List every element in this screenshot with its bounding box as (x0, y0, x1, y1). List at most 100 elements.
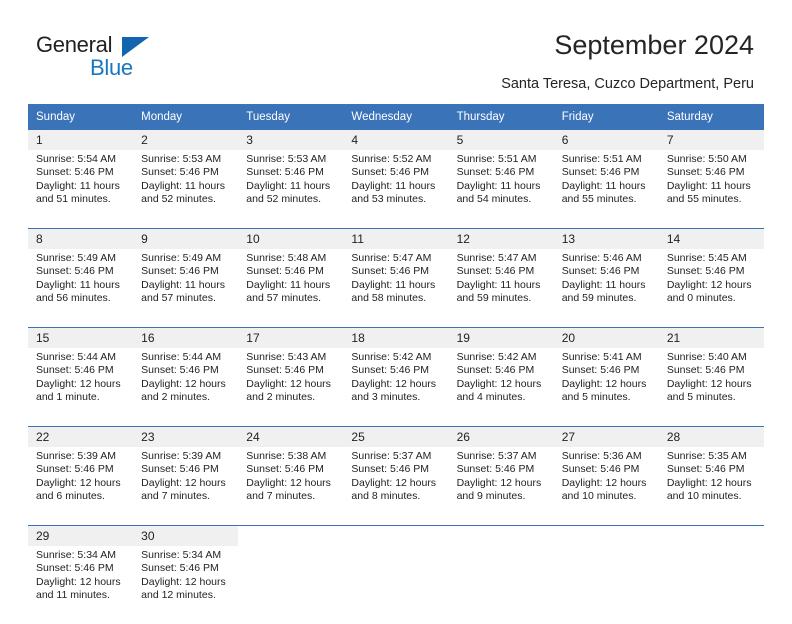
sunset-text: Sunset: 5:46 PM (141, 463, 219, 476)
day-number[interactable]: 8 (28, 228, 134, 249)
daylight-text: Daylight: 11 hours and 59 minutes. (456, 278, 541, 304)
day-detail-empty (658, 546, 764, 624)
day-detail-cell: Sunrise: 5:45 AM Sunset: 5:46 PM Daylight:… (658, 249, 764, 328)
day-number[interactable]: 15 (28, 327, 134, 348)
day-detail-cell: Sunrise: 5:42 AM Sunset: 5:46 PM Daylight:… (448, 348, 554, 427)
day-number[interactable]: 9 (133, 228, 239, 249)
daylight-text: Daylight: 12 hours and 11 minutes. (36, 575, 121, 601)
sunrise-text: Sunrise: 5:35 AM (666, 450, 747, 462)
day-number[interactable]: 3 (238, 130, 344, 150)
day-number[interactable]: 26 (448, 426, 554, 447)
sunrise-text: Sunrise: 5:47 AM (351, 252, 432, 264)
day-detail-empty (238, 546, 344, 624)
week-detail-row: Sunrise: 5:44 AM Sunset: 5:46 PM Daylight:… (28, 348, 764, 427)
sunset-text: Sunset: 5:46 PM (561, 265, 640, 278)
sunset-text: Sunset: 5:46 PM (141, 562, 219, 575)
daylight-text: Daylight: 12 hours and 10 minutes. (666, 476, 752, 502)
day-detail-cell: Sunrise: 5:39 AM Sunset: 5:46 PM Daylight:… (133, 447, 239, 526)
logo-text-general: General (36, 32, 113, 57)
sunset-text: Sunset: 5:46 PM (666, 265, 745, 278)
daylight-text: Daylight: 11 hours and 57 minutes. (141, 278, 225, 304)
day-number[interactable]: 10 (238, 228, 344, 249)
day-detail-cell: Sunrise: 5:42 AM Sunset: 5:46 PM Daylight:… (343, 348, 449, 427)
day-number[interactable]: 30 (133, 525, 239, 546)
sunset-text: Sunset: 5:46 PM (141, 166, 219, 179)
daylight-text: Daylight: 12 hours and 2 minutes. (141, 377, 226, 403)
day-number[interactable]: 29 (28, 525, 134, 546)
weekday-header-saturday: Saturday (658, 104, 764, 130)
sunrise-text: Sunrise: 5:44 AM (36, 351, 116, 363)
logo-text-blue: Blue (90, 55, 133, 80)
day-number[interactable]: 21 (658, 327, 764, 348)
day-number[interactable]: 5 (448, 130, 554, 150)
day-number[interactable]: 23 (133, 426, 239, 447)
day-detail-cell: Sunrise: 5:34 AM Sunset: 5:46 PM Daylight:… (133, 546, 239, 624)
general-blue-logo[interactable]: General Blue (36, 33, 226, 83)
day-number[interactable]: 6 (553, 130, 659, 150)
day-number[interactable]: 12 (448, 228, 554, 249)
week-number-row: 29 30 (28, 525, 764, 546)
sunset-text: Sunset: 5:46 PM (36, 562, 114, 575)
daylight-text: Daylight: 12 hours and 12 minutes. (141, 575, 226, 601)
sunset-text: Sunset: 5:46 PM (561, 166, 640, 179)
day-number[interactable]: 20 (553, 327, 659, 348)
sunrise-text: Sunrise: 5:51 AM (561, 153, 642, 165)
daylight-text: Daylight: 11 hours and 59 minutes. (561, 278, 646, 304)
day-number[interactable]: 13 (553, 228, 659, 249)
daylight-text: Daylight: 12 hours and 10 minutes. (561, 476, 647, 502)
day-detail-cell: Sunrise: 5:53 AM Sunset: 5:46 PM Daylight:… (133, 150, 239, 229)
day-cell-empty (343, 525, 449, 546)
sunrise-text: Sunrise: 5:48 AM (246, 252, 327, 264)
sunset-text: Sunset: 5:46 PM (561, 463, 640, 476)
day-number[interactable]: 4 (343, 130, 449, 150)
week-number-row: 1234567 (28, 130, 764, 150)
day-number[interactable]: 1 (28, 130, 134, 150)
day-detail-cell: Sunrise: 5:36 AM Sunset: 5:46 PM Daylight:… (553, 447, 659, 526)
sunrise-text: Sunrise: 5:34 AM (36, 549, 116, 561)
weekday-header-friday: Friday (553, 104, 659, 130)
day-detail-cell: Sunrise: 5:47 AM Sunset: 5:46 PM Daylight:… (343, 249, 449, 328)
daylight-text: Daylight: 11 hours and 55 minutes. (561, 179, 646, 205)
day-detail-cell: Sunrise: 5:37 AM Sunset: 5:46 PM Daylight:… (448, 447, 554, 526)
week-detail-row: Sunrise: 5:34 AM Sunset: 5:46 PM Daylight:… (28, 546, 764, 624)
day-number[interactable]: 22 (28, 426, 134, 447)
sunset-text: Sunset: 5:46 PM (246, 265, 324, 278)
day-number[interactable]: 18 (343, 327, 449, 348)
day-number[interactable]: 27 (553, 426, 659, 447)
day-detail-cell: Sunrise: 5:47 AM Sunset: 5:46 PM Daylight:… (448, 249, 554, 328)
day-number[interactable]: 11 (343, 228, 449, 249)
daylight-text: Daylight: 11 hours and 54 minutes. (456, 179, 541, 205)
sunset-text: Sunset: 5:46 PM (666, 364, 745, 377)
sunset-text: Sunset: 5:46 PM (666, 463, 745, 476)
day-number[interactable]: 2 (133, 130, 239, 150)
sunrise-text: Sunrise: 5:52 AM (351, 153, 432, 165)
sunrise-text: Sunrise: 5:42 AM (351, 351, 432, 363)
daylight-text: Daylight: 12 hours and 3 minutes. (351, 377, 437, 403)
week-number-row: 8 9 10 11 12 13 14 (28, 228, 764, 249)
sunrise-text: Sunrise: 5:40 AM (666, 351, 747, 363)
sunset-text: Sunset: 5:46 PM (36, 166, 114, 179)
day-number[interactable]: 16 (133, 327, 239, 348)
day-number[interactable]: 24 (238, 426, 344, 447)
daylight-text: Daylight: 12 hours and 6 minutes. (36, 476, 121, 502)
sunset-text: Sunset: 5:46 PM (351, 463, 430, 476)
day-number[interactable]: 25 (343, 426, 449, 447)
day-detail-cell: Sunrise: 5:38 AM Sunset: 5:46 PM Daylight:… (238, 447, 344, 526)
sunrise-text: Sunrise: 5:50 AM (666, 153, 747, 165)
day-number[interactable]: 14 (658, 228, 764, 249)
day-detail-empty (553, 546, 659, 624)
day-detail-empty (343, 546, 449, 624)
day-number[interactable]: 28 (658, 426, 764, 447)
daylight-text: Daylight: 12 hours and 8 minutes. (351, 476, 437, 502)
day-detail-cell: Sunrise: 5:37 AM Sunset: 5:46 PM Daylight:… (343, 447, 449, 526)
day-number[interactable]: 7 (658, 130, 764, 150)
page-header: General Blue September 2024 Santa Teresa… (0, 0, 792, 100)
day-number[interactable]: 19 (448, 327, 554, 348)
sunrise-text: Sunrise: 5:53 AM (141, 153, 222, 165)
sunset-text: Sunset: 5:46 PM (456, 364, 535, 377)
sunset-text: Sunset: 5:46 PM (666, 166, 745, 179)
week-detail-row: Sunrise: 5:49 AM Sunset: 5:46 PM Daylight:… (28, 249, 764, 328)
day-number[interactable]: 17 (238, 327, 344, 348)
page-title: September 2024 (554, 30, 754, 60)
daylight-text: Daylight: 11 hours and 51 minutes. (36, 179, 120, 205)
